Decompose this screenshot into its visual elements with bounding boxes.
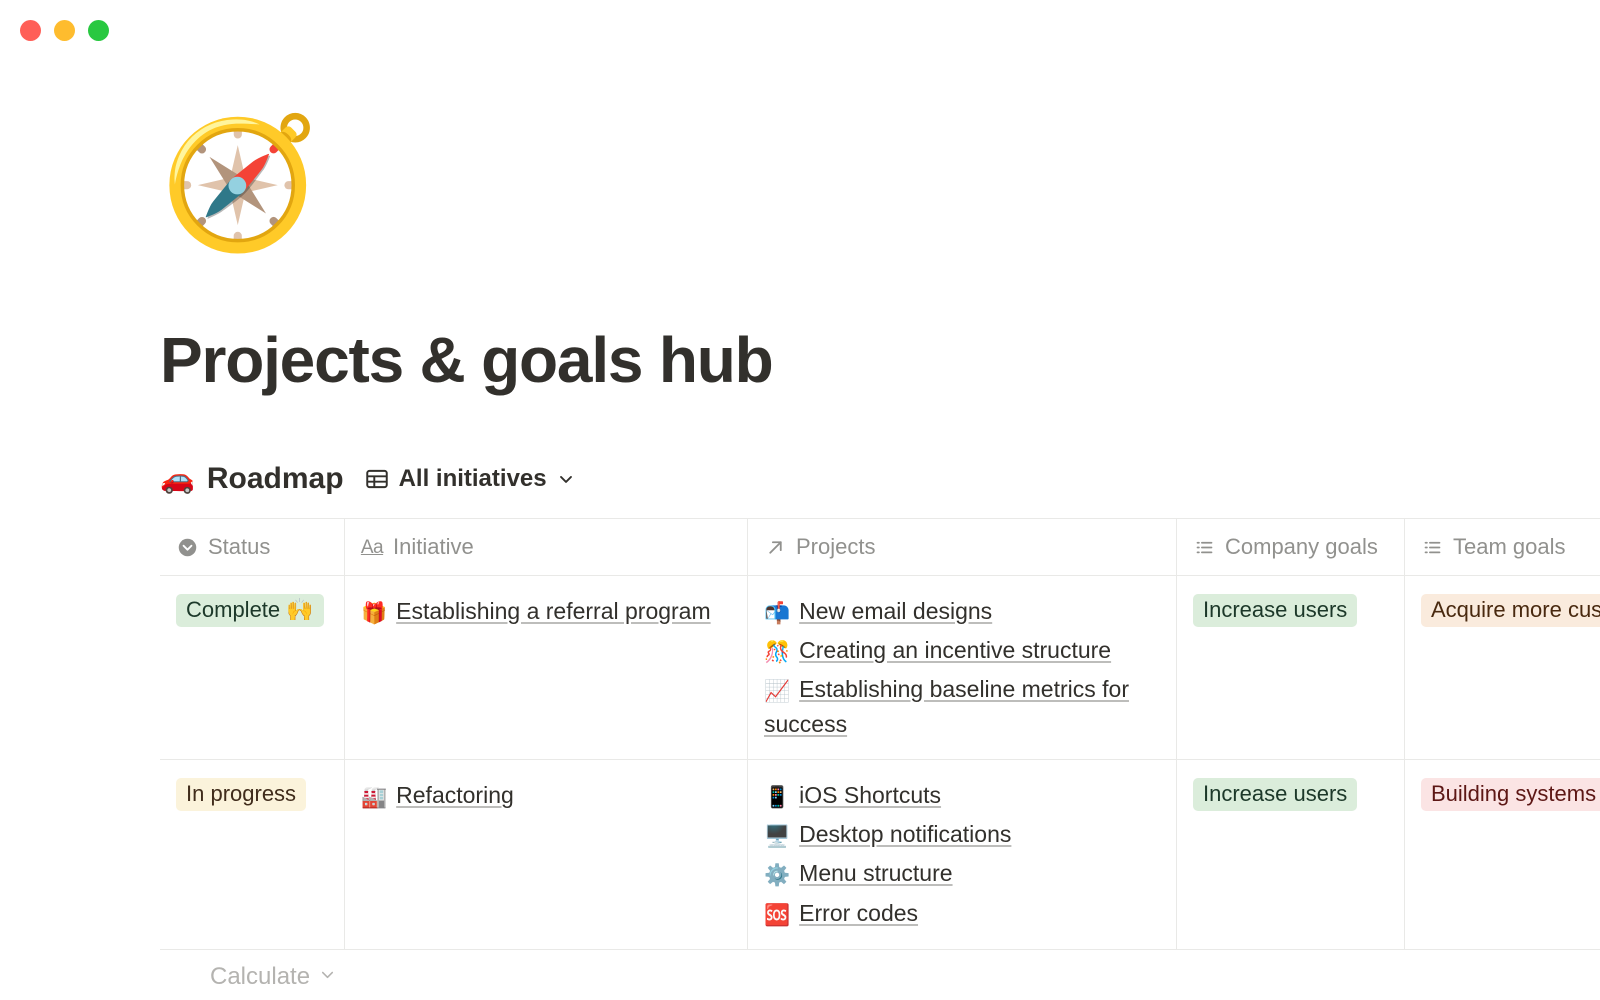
- project-emoji: 📱: [764, 786, 790, 809]
- database-title[interactable]: 🚗 Roadmap: [160, 462, 344, 496]
- roadmap-table: Status Aa Initiative Projects: [160, 518, 1600, 1000]
- column-header-initiative[interactable]: Aa Initiative: [345, 519, 748, 575]
- column-header-label: Company goals: [1225, 534, 1378, 560]
- close-button[interactable]: [20, 20, 41, 41]
- view-tab-label: All initiatives: [399, 465, 547, 493]
- relation-arrow-icon: [764, 536, 786, 558]
- team-goal-tag[interactable]: Building systems: [1421, 778, 1600, 811]
- cell-team-goals[interactable]: Building systems: [1405, 760, 1600, 948]
- project-emoji: 🖥️: [764, 825, 790, 848]
- status-badge: Complete 🙌: [176, 594, 324, 627]
- window-titlebar: [0, 0, 1600, 60]
- company-goal-tag[interactable]: Increase users: [1193, 594, 1357, 627]
- cell-company-goals[interactable]: Increase users: [1177, 576, 1405, 759]
- project-label[interactable]: New email designs: [799, 598, 992, 624]
- column-header-projects[interactable]: Projects: [748, 519, 1177, 575]
- view-tab-all-initiatives[interactable]: All initiatives: [360, 463, 580, 495]
- initiative-emoji: 🏭: [361, 786, 387, 809]
- cell-team-goals[interactable]: Acquire more customers: [1405, 576, 1600, 759]
- cell-projects[interactable]: 📬 New email designs 🎊 Creating an incentive…: [748, 576, 1177, 759]
- maximize-button[interactable]: [88, 20, 109, 41]
- table-header-row: Status Aa Initiative Projects: [160, 518, 1600, 576]
- page-content: 🧭 Projects & goals hub 🚗 Roadmap All ini…: [0, 60, 1600, 1000]
- project-label[interactable]: Creating an incentive structure: [799, 637, 1111, 663]
- cell-status[interactable]: In progress: [160, 760, 345, 948]
- project-emoji: 🆘: [764, 904, 790, 927]
- project-link[interactable]: 🖥️ Desktop notifications: [764, 817, 1160, 852]
- project-emoji: ⚙️: [764, 864, 790, 887]
- table-row[interactable]: Complete 🙌 🎁 Establishing a referral progr…: [160, 576, 1600, 760]
- company-goal-tag[interactable]: Increase users: [1193, 778, 1357, 811]
- compass-emoji[interactable]: 🧭: [160, 120, 319, 248]
- project-emoji: 📬: [764, 602, 790, 625]
- project-link[interactable]: 🎊 Creating an incentive structure: [764, 633, 1160, 668]
- column-header-team-goals[interactable]: Team goals: [1405, 519, 1600, 575]
- initiative-link[interactable]: 🏭 Refactoring: [361, 778, 731, 813]
- page-title: Projects & goals hub: [160, 325, 773, 395]
- table-footer: Calculate: [160, 950, 1600, 1000]
- project-emoji: 🎊: [764, 641, 790, 664]
- project-label[interactable]: Desktop notifications: [799, 821, 1011, 847]
- cell-initiative[interactable]: 🏭 Refactoring: [345, 760, 748, 948]
- table-row[interactable]: In progress 🏭 Refactoring 📱 iOS Shortcuts 🖥️ D…: [160, 760, 1600, 949]
- project-label[interactable]: iOS Shortcuts: [799, 782, 941, 808]
- cell-initiative[interactable]: 🎁 Establishing a referral program: [345, 576, 748, 759]
- project-link[interactable]: 🆘 Error codes: [764, 896, 1160, 931]
- column-header-status[interactable]: Status: [160, 519, 345, 575]
- relation-list-icon: [1193, 536, 1215, 558]
- project-label[interactable]: Error codes: [799, 900, 918, 926]
- column-header-company-goals[interactable]: Company goals: [1177, 519, 1405, 575]
- project-emoji: 📈: [764, 680, 790, 703]
- database-name: Roadmap: [207, 462, 344, 496]
- minimize-button[interactable]: [54, 20, 75, 41]
- table-icon: [364, 466, 390, 492]
- status-badge: In progress: [176, 778, 306, 811]
- relation-list-icon: [1421, 536, 1443, 558]
- initiative-link[interactable]: 🎁 Establishing a referral program: [361, 594, 731, 629]
- cell-status[interactable]: Complete 🙌: [160, 576, 345, 759]
- calculate-button[interactable]: Calculate: [210, 963, 337, 991]
- project-link[interactable]: ⚙️ Menu structure: [764, 856, 1160, 891]
- initiative-emoji: 🎁: [361, 602, 387, 625]
- car-emoji: 🚗: [160, 465, 195, 493]
- chevron-down-icon: [556, 469, 576, 489]
- column-header-label: Initiative: [393, 534, 474, 560]
- initiative-label[interactable]: Refactoring: [396, 782, 514, 808]
- cell-projects[interactable]: 📱 iOS Shortcuts 🖥️ Desktop notifications ⚙️ M…: [748, 760, 1177, 948]
- database-header: 🚗 Roadmap All initiatives: [160, 458, 580, 500]
- project-label[interactable]: Establishing baseline metrics for succes…: [764, 676, 1129, 737]
- project-label[interactable]: Menu structure: [799, 860, 952, 886]
- project-link[interactable]: 📈Establishing baseline metrics for succe…: [764, 672, 1160, 741]
- calculate-label: Calculate: [210, 963, 310, 991]
- column-header-label: Team goals: [1453, 534, 1566, 560]
- text-aa-icon: Aa: [361, 536, 383, 558]
- cell-company-goals[interactable]: Increase users: [1177, 760, 1405, 948]
- chevron-down-icon: [318, 963, 337, 991]
- select-icon: [176, 536, 198, 558]
- column-header-label: Projects: [796, 534, 875, 560]
- column-header-label: Status: [208, 534, 270, 560]
- project-link[interactable]: 📱 iOS Shortcuts: [764, 778, 1160, 813]
- team-goal-tag[interactable]: Acquire more customers: [1421, 594, 1600, 627]
- project-link[interactable]: 📬 New email designs: [764, 594, 1160, 629]
- initiative-label[interactable]: Establishing a referral program: [396, 598, 710, 624]
- table-body: Complete 🙌 🎁 Establishing a referral progr…: [160, 576, 1600, 950]
